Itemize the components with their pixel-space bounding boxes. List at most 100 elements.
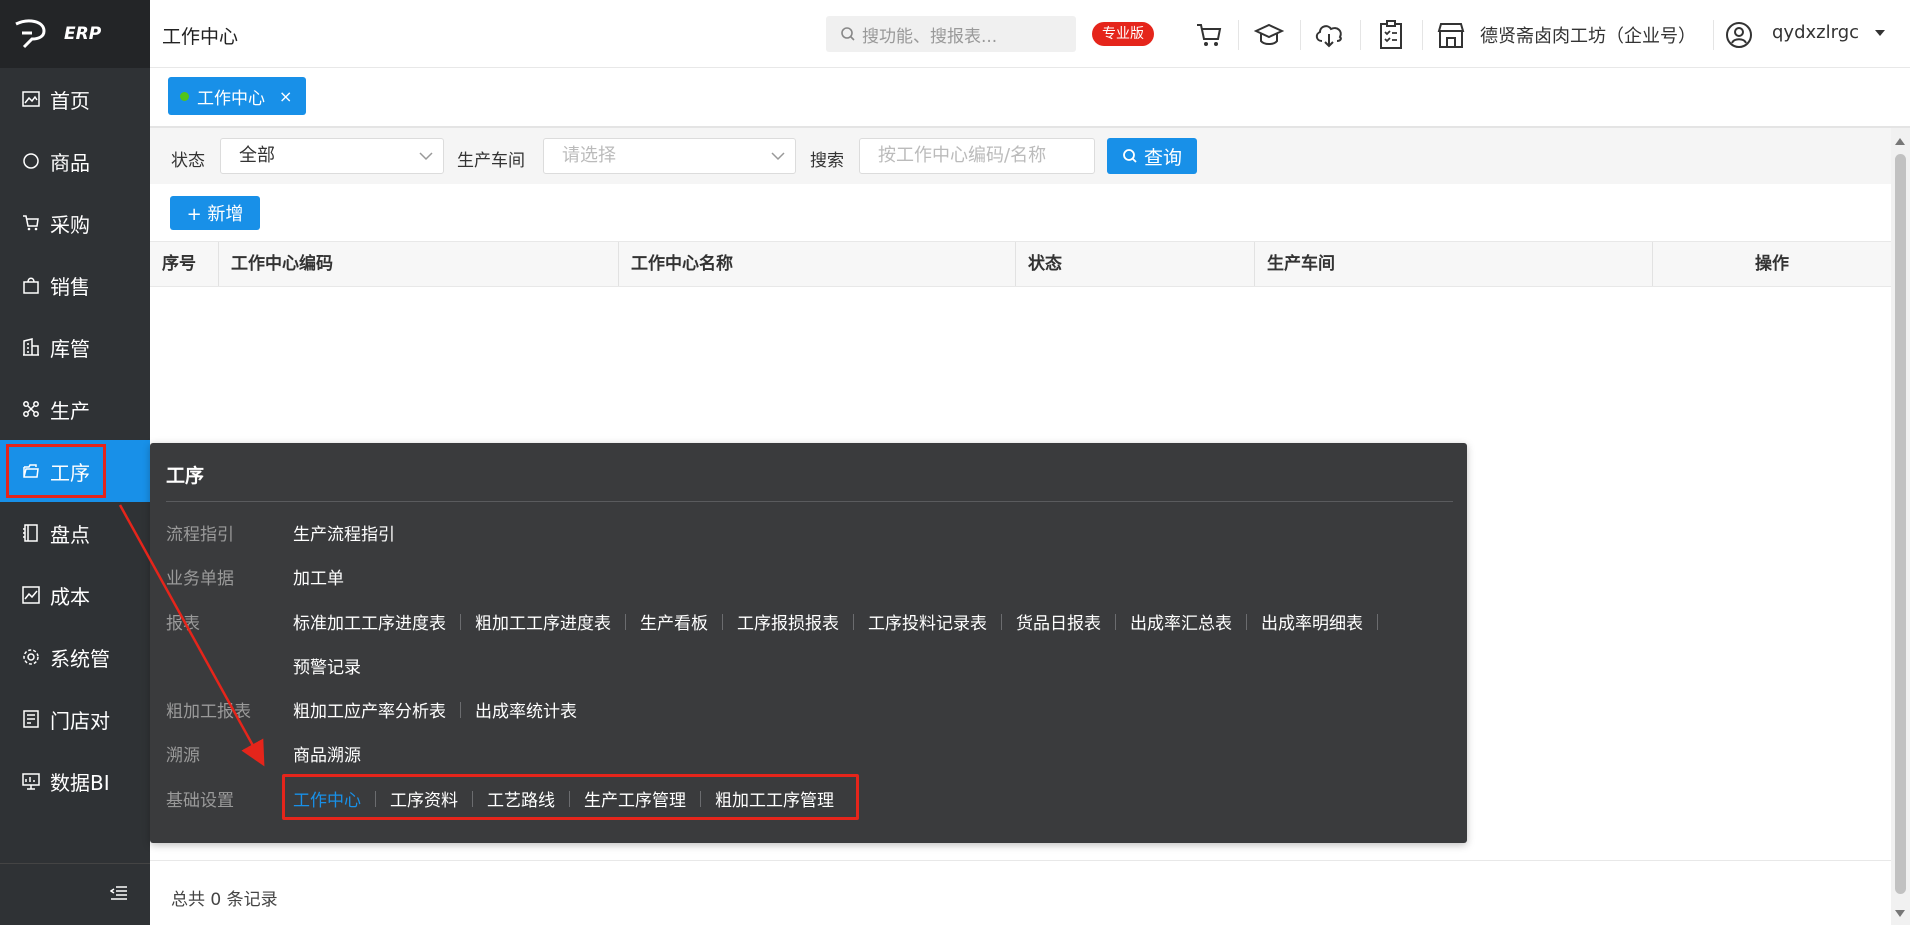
image-icon <box>20 88 42 110</box>
popup-title: 工序 <box>166 465 205 487</box>
work-center-search-input[interactable]: 按工作中心编码/名称 <box>859 138 1095 174</box>
menu-link[interactable]: 工序资料 <box>390 786 458 811</box>
monitor-icon <box>20 770 42 792</box>
global-search-input[interactable]: 搜功能、搜报表... <box>826 16 1076 52</box>
menu-link[interactable]: 商品溯源 <box>293 741 361 766</box>
menu-link[interactable]: 出成率统计表 <box>475 697 577 722</box>
add-button[interactable]: + 新增 <box>170 196 260 230</box>
store-icon <box>1434 18 1468 52</box>
menu-link[interactable]: 出成率明细表 <box>1261 609 1363 634</box>
menu-links: 工作中心 工序资料 工艺路线 生产工序管理 粗加工工序管理 <box>293 786 834 811</box>
menu-link[interactable]: 生产看板 <box>640 609 708 634</box>
sidebar-collapse-button[interactable] <box>0 863 150 925</box>
status-select[interactable]: 全部 <box>220 138 444 174</box>
status-value: 全部 <box>239 145 275 166</box>
sidebar-item-label: 门店对 <box>50 708 110 733</box>
sidebar-item-label: 采购 <box>50 212 90 237</box>
link-separator <box>569 790 570 807</box>
sidebar-item-home[interactable]: 首页 <box>0 68 150 130</box>
popup-divider <box>166 501 1453 502</box>
logo-text: ERP <box>64 24 102 44</box>
menu-link-work-center[interactable]: 工作中心 <box>293 786 361 811</box>
menu-link[interactable]: 工序投料记录表 <box>868 609 987 634</box>
link-separator <box>1246 613 1247 630</box>
header-divider <box>1713 20 1714 50</box>
graduation-cap-icon[interactable] <box>1252 18 1286 52</box>
sidebar-item-label: 库管 <box>50 336 90 361</box>
cart-icon[interactable] <box>1192 18 1226 52</box>
sidebar-item-system[interactable]: 系统管 <box>0 626 150 688</box>
sidebar-nav: 首页 商品 采购 销售 库管 生产 工序 盘点 成本 系统管 门店对 数据BI <box>0 68 150 812</box>
menu-link[interactable]: 工艺路线 <box>487 786 555 811</box>
menu-links: 标准加工工序进度表 粗加工工序进度表 生产看板 工序报损报表 工序投料记录表 货… <box>293 609 1392 634</box>
menu-link[interactable]: 加工单 <box>293 564 344 589</box>
tab-label: 工作中心 <box>197 88 265 109</box>
sidebar-item-production[interactable]: 生产 <box>0 378 150 440</box>
sidebar-item-goods[interactable]: 商品 <box>0 130 150 192</box>
search-icon <box>1123 149 1137 163</box>
workshop-label: 生产车间 <box>457 151 525 171</box>
caret-down-icon <box>1874 30 1885 36</box>
scroll-thumb[interactable] <box>1895 154 1906 894</box>
menu-category: 流程指引 <box>166 525 234 545</box>
header-divider <box>1422 20 1423 50</box>
menu-category: 溯源 <box>166 746 200 766</box>
col-header-code: 工作中心编码 <box>219 242 619 286</box>
edition-badge[interactable]: 专业版 <box>1092 22 1154 46</box>
sidebar-item-warehouse[interactable]: 库管 <box>0 316 150 378</box>
menu-link[interactable]: 生产流程指引 <box>293 520 395 545</box>
query-button[interactable]: 查询 <box>1107 138 1197 174</box>
col-header-workshop: 生产车间 <box>1255 242 1653 286</box>
record-count: 总共 0 条记录 <box>171 890 278 910</box>
process-menu-popup: 工序 流程指引 生产流程指引 业务单据 加工单 报表 标准加工工序进度表 粗加工… <box>150 443 1467 843</box>
tabs-bar: 工作中心 × <box>150 68 1910 128</box>
menu-link[interactable]: 出成率汇总表 <box>1130 609 1232 634</box>
scroll-down-arrow[interactable] <box>1895 910 1905 917</box>
cart-icon <box>20 212 42 234</box>
sidebar-item-purchase[interactable]: 采购 <box>0 192 150 254</box>
col-header-actions: 操作 <box>1755 254 1789 274</box>
col-header-index: 序号 <box>150 242 219 286</box>
sidebar: ERP 首页 商品 采购 销售 库管 生产 工序 盘点 成本 系统管 门店对 数… <box>0 0 150 925</box>
scrollbar[interactable] <box>1891 128 1910 925</box>
clipboard-icon[interactable] <box>1374 18 1408 52</box>
logo[interactable]: ERP <box>0 0 150 68</box>
sidebar-item-sales[interactable]: 销售 <box>0 254 150 316</box>
menu-link[interactable]: 粗加工工序管理 <box>715 786 834 811</box>
user-menu[interactable]: qydxzlrgc <box>1772 22 1885 43</box>
link-separator <box>460 613 461 630</box>
menu-link[interactable]: 标准加工工序进度表 <box>293 609 446 634</box>
sidebar-item-bi[interactable]: 数据BI <box>0 750 150 812</box>
tab-work-center[interactable]: 工作中心 × <box>168 77 307 115</box>
sidebar-item-inventory[interactable]: 盘点 <box>0 502 150 564</box>
menu-link[interactable]: 预警记录 <box>293 653 361 678</box>
sidebar-item-process[interactable]: 工序 <box>0 440 150 502</box>
warehouse-icon <box>20 336 42 358</box>
sidebar-item-cost[interactable]: 成本 <box>0 564 150 626</box>
close-icon[interactable]: × <box>279 87 292 106</box>
user-avatar-icon[interactable] <box>1722 18 1756 52</box>
menu-link[interactable]: 工序报损报表 <box>737 609 839 634</box>
menu-links: 加工单 <box>293 564 344 589</box>
scroll-up-arrow[interactable] <box>1895 138 1905 145</box>
menu-category: 粗加工报表 <box>166 702 251 722</box>
sidebar-item-store[interactable]: 门店对 <box>0 688 150 750</box>
workshop-select[interactable]: 请选择 <box>543 138 796 174</box>
menu-links: 预警记录 <box>293 653 361 678</box>
top-header: 工作中心 搜功能、搜报表... 专业版 德贤斋卤肉工坊（企业号） qydxzlr… <box>150 0 1910 68</box>
active-dot <box>180 91 189 101</box>
receipt-icon <box>20 708 42 730</box>
sidebar-item-label: 销售 <box>50 274 90 299</box>
menu-link[interactable]: 货品日报表 <box>1016 609 1101 634</box>
company-name[interactable]: 德贤斋卤肉工坊（企业号） <box>1480 22 1696 48</box>
header-divider <box>1360 20 1361 50</box>
highlight-box <box>6 444 106 498</box>
chevron-down-icon <box>771 139 785 173</box>
chevron-down-icon <box>419 139 433 173</box>
menu-link[interactable]: 粗加工应产率分析表 <box>293 697 446 722</box>
cloud-download-icon[interactable] <box>1312 18 1346 52</box>
menu-link[interactable]: 生产工序管理 <box>584 786 686 811</box>
link-separator <box>472 790 473 807</box>
sidebar-item-label: 成本 <box>50 584 90 609</box>
menu-link[interactable]: 粗加工工序进度表 <box>475 609 611 634</box>
